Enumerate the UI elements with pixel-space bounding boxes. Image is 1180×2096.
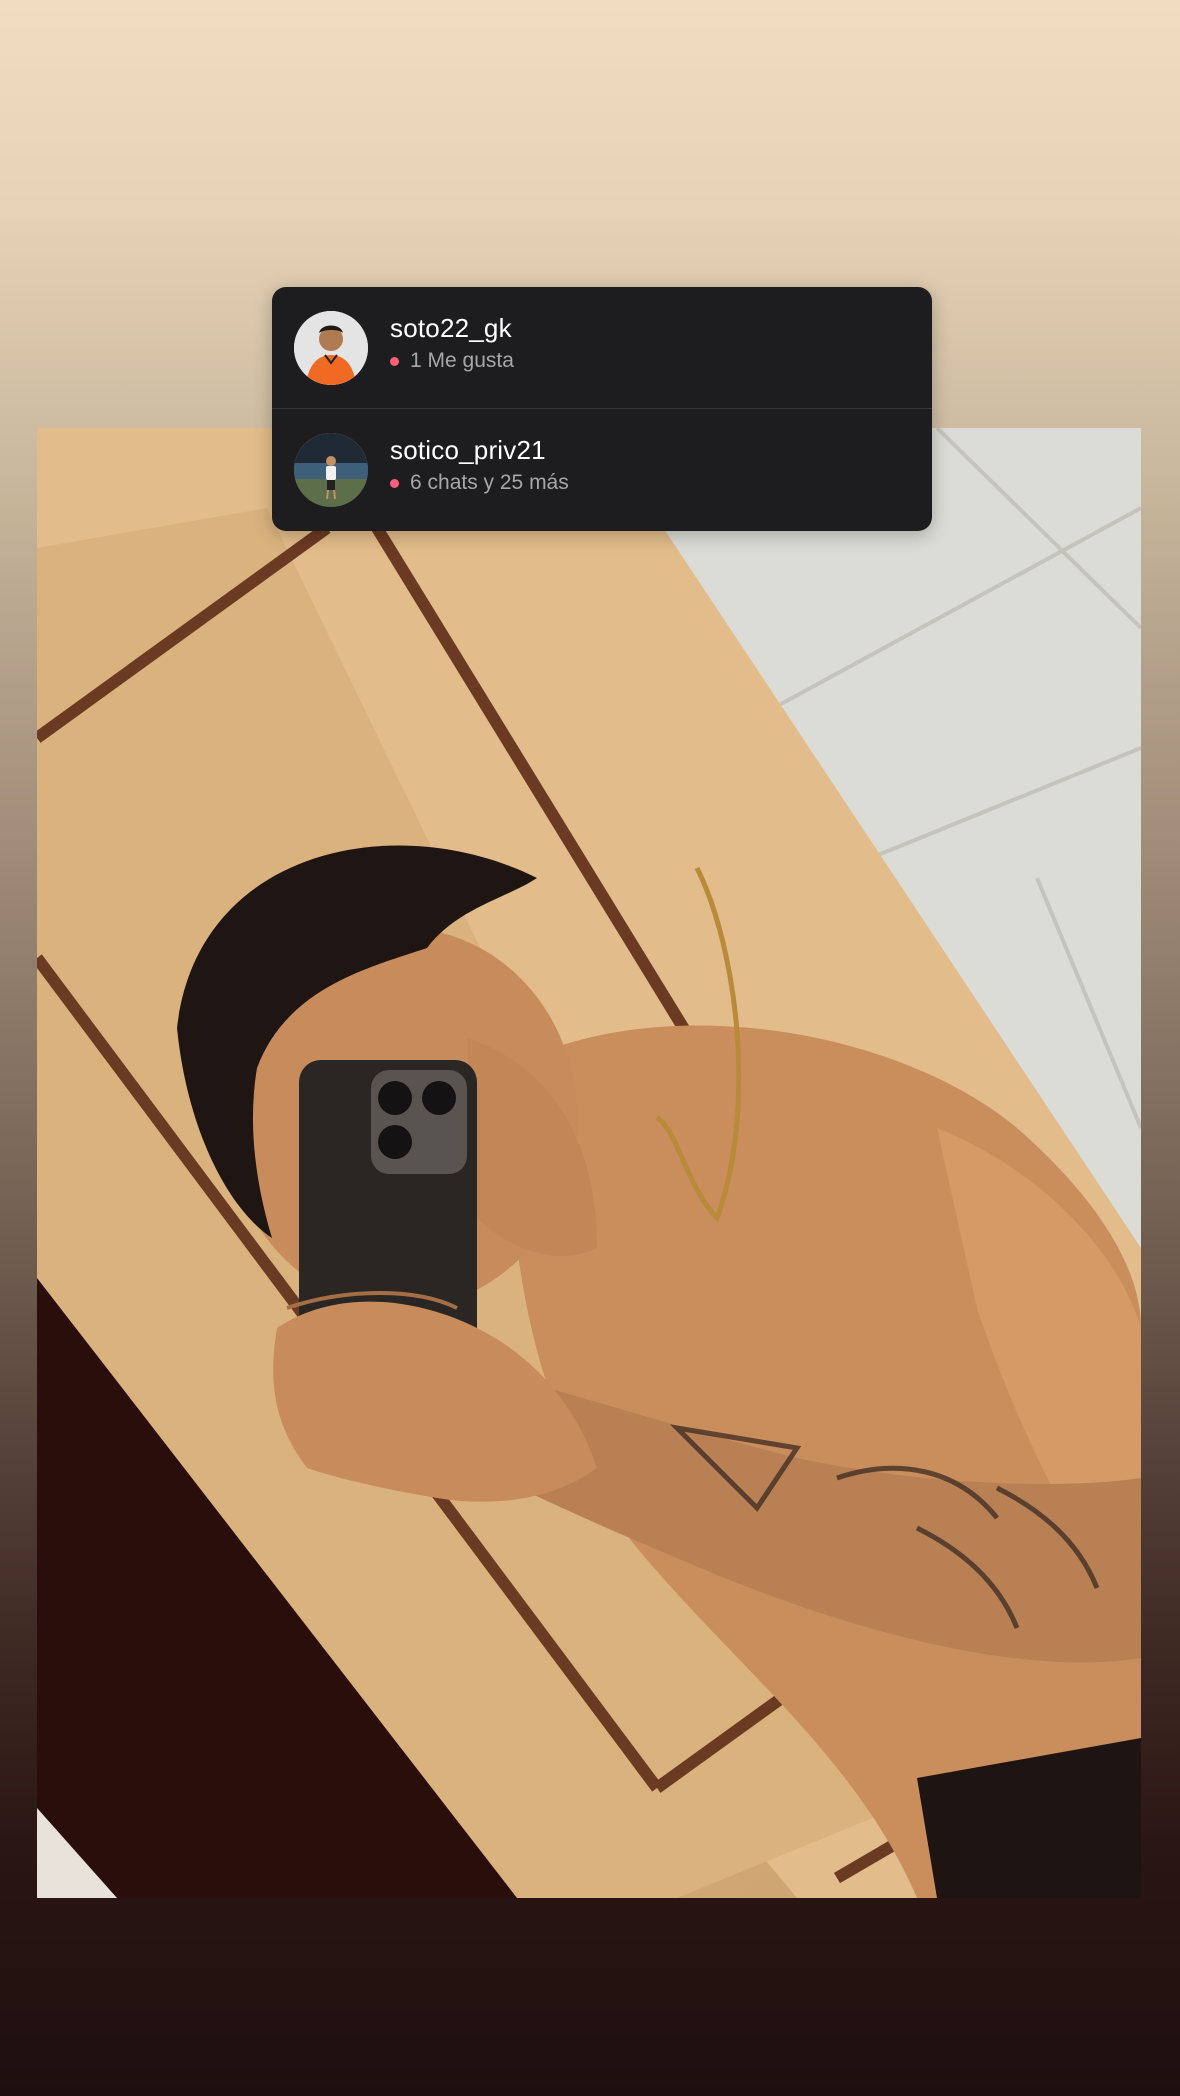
username[interactable]: soto22_gk [390,313,514,343]
story-photo [37,428,1141,1898]
story-activity-card: soto22_gk 1 Me gusta sotico_priv21 6 cha… [272,287,932,531]
mirror-selfie-image [37,428,1141,1898]
activity-text: 6 chats y 25 más [410,471,569,494]
avatar[interactable] [294,310,368,385]
activity-row-soto22-gk[interactable]: soto22_gk 1 Me gusta [272,287,932,408]
activity-dot [390,478,399,488]
username[interactable]: sotico_priv21 [390,435,569,465]
activity-meta: 6 chats y 25 más [390,470,569,496]
activity-dot [390,356,399,366]
activity-meta: 1 Me gusta [390,348,514,374]
profile-avatar-orange-shirt-icon [294,310,368,385]
profile-avatar-outdoor-icon [294,432,368,507]
activity-text: 1 Me gusta [410,349,514,372]
avatar[interactable] [294,432,368,507]
activity-row-sotico-priv21[interactable]: sotico_priv21 6 chats y 25 más [272,408,932,530]
